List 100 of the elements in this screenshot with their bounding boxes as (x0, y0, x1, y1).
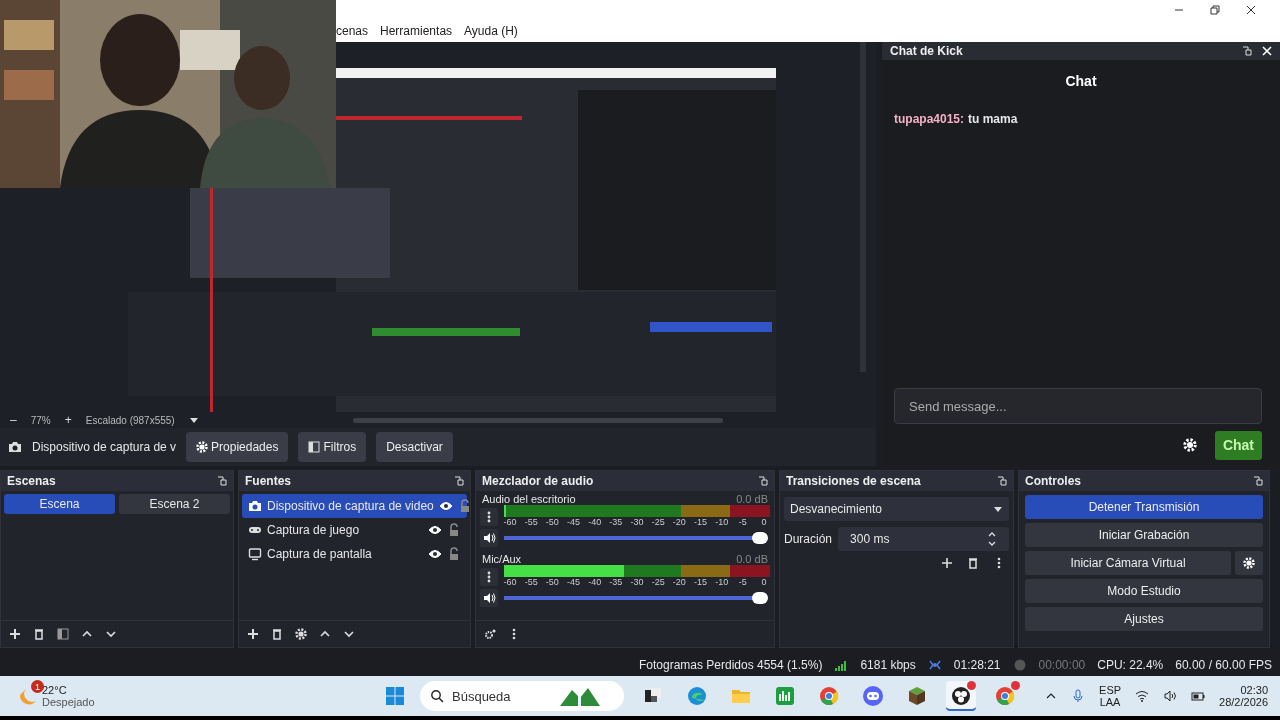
scale-label: -50 (545, 577, 559, 587)
more-icon[interactable] (480, 508, 498, 526)
down-icon[interactable] (343, 628, 355, 640)
float-icon[interactable] (1253, 476, 1263, 486)
trash-icon[interactable] (33, 628, 45, 640)
float-icon[interactable] (217, 476, 227, 486)
chart-icon (774, 685, 796, 707)
channel-name: Mic/Aux (482, 553, 522, 565)
microphone-icon[interactable] (1071, 689, 1086, 703)
wifi-icon[interactable] (1135, 689, 1150, 703)
source-item[interactable]: Dispositivo de captura de video (242, 494, 467, 518)
search-input[interactable]: Búsqueda (450, 687, 554, 705)
float-icon[interactable] (997, 476, 1007, 486)
toolbar-button[interactable]: Propiedades (186, 432, 289, 462)
speaker-icon[interactable] (480, 529, 498, 547)
signal-icon (834, 658, 849, 672)
menu-item[interactable]: Herramientas (380, 24, 453, 38)
volume-icon[interactable] (1163, 689, 1178, 703)
camera-icon (248, 499, 262, 513)
scale-label: -40 (588, 577, 602, 587)
eye-icon[interactable] (438, 499, 453, 513)
clock[interactable]: 02:30 28/2/2026 (1219, 684, 1268, 708)
dropdown-icon[interactable] (188, 415, 199, 425)
monitor-icon (248, 547, 262, 561)
speaker-icon[interactable] (480, 589, 498, 607)
scale-label: -25 (651, 517, 665, 527)
scale-label: -25 (651, 577, 665, 587)
restore-icon[interactable] (1210, 5, 1220, 15)
notification-badge: 1 (31, 680, 44, 693)
browser-icon (994, 685, 1016, 707)
taskbar-app[interactable] (946, 681, 976, 711)
float-icon[interactable] (1242, 46, 1252, 56)
dock-title: Fuentes (245, 474, 291, 488)
chat-send-button[interactable]: Chat (1214, 430, 1262, 460)
scale-label: -45 (567, 577, 580, 587)
lock-icon[interactable] (447, 547, 461, 561)
trash-icon[interactable] (271, 628, 283, 640)
filter-icon[interactable] (57, 628, 69, 640)
control-button[interactable]: Detener Transmisión (1025, 495, 1263, 519)
gear-icon (1243, 557, 1255, 569)
float-icon[interactable] (454, 476, 464, 486)
down-icon[interactable] (105, 628, 117, 640)
more-icon[interactable] (480, 568, 498, 586)
scene-item[interactable]: Escena (4, 494, 115, 514)
settings-button[interactable] (1235, 551, 1263, 575)
toolbar-button[interactable]: Desactivar (376, 432, 453, 462)
eye-icon[interactable] (428, 547, 442, 561)
source-label: Captura de pantalla (267, 547, 373, 561)
eye-icon[interactable] (428, 523, 442, 537)
language-indicator[interactable]: ESP LAA (1099, 684, 1122, 708)
control-button[interactable]: Modo Estudio (1025, 579, 1263, 603)
browser-icon (818, 685, 840, 707)
trash-icon[interactable] (967, 557, 979, 569)
lock-icon[interactable] (447, 523, 461, 537)
float-icon[interactable] (758, 476, 768, 486)
dock-title: Chat de Kick (890, 44, 963, 58)
control-button[interactable]: Iniciar Cámara Virtual (1025, 551, 1231, 575)
scale-label: -15 (694, 577, 707, 587)
scene-item[interactable]: Escena 2 (119, 494, 230, 514)
scale-label: -20 (672, 577, 686, 587)
scale-label: -55 (524, 517, 538, 527)
menu-item[interactable]: cenas (336, 24, 369, 38)
scale-label: -55 (524, 577, 538, 587)
scale-label: -30 (630, 577, 644, 587)
battery-icon[interactable] (1191, 689, 1206, 703)
toolbar-button[interactable]: Filtros (298, 432, 367, 462)
add-icon[interactable] (9, 628, 21, 640)
control-button[interactable]: Iniciar Grabación (1025, 523, 1263, 547)
add-icon[interactable] (247, 628, 259, 640)
duration-field[interactable]: 300 ms (838, 527, 1009, 551)
search-bar[interactable]: Búsqueda (420, 681, 624, 711)
source-item[interactable]: Captura de juego (242, 518, 467, 542)
transition-dropdown[interactable]: Desvanecimiento (784, 497, 1009, 521)
menu-item[interactable]: Ayuda (H) (464, 24, 518, 38)
source-label: Dispositivo de captura de video (267, 499, 434, 513)
gear-icon[interactable] (295, 628, 307, 640)
landscape-icon (560, 686, 600, 706)
dock-title: Transiciones de escena (786, 474, 921, 488)
dock-title: Controles (1025, 474, 1081, 488)
zoom-out-button[interactable]: – (10, 413, 17, 427)
scale-label: -50 (545, 517, 559, 527)
source-name: Dispositivo de captura de v (32, 440, 177, 454)
scale-label: -10 (715, 517, 729, 527)
bitrate: 6181 kbps (860, 658, 916, 672)
caret-icon (993, 504, 1003, 514)
add-icon[interactable] (941, 557, 953, 569)
control-button[interactable]: Ajustes (1025, 607, 1263, 631)
duration-label: Duración (784, 532, 833, 546)
close-icon[interactable] (1246, 5, 1256, 15)
scale-label: -35 (609, 517, 623, 527)
source-item[interactable]: Captura de pantalla (242, 542, 467, 566)
swirl-icon (686, 685, 708, 707)
start-icon[interactable] (384, 685, 406, 707)
gear-icon (196, 441, 209, 453)
db-reading: 0.0 dB (736, 553, 768, 565)
message-field[interactable]: Send message... (894, 388, 1262, 424)
zoom-in-button[interactable]: + (64, 413, 72, 427)
gears-icon[interactable] (484, 628, 496, 640)
scale-label: -45 (567, 517, 580, 527)
scrollbar[interactable] (352, 417, 723, 423)
